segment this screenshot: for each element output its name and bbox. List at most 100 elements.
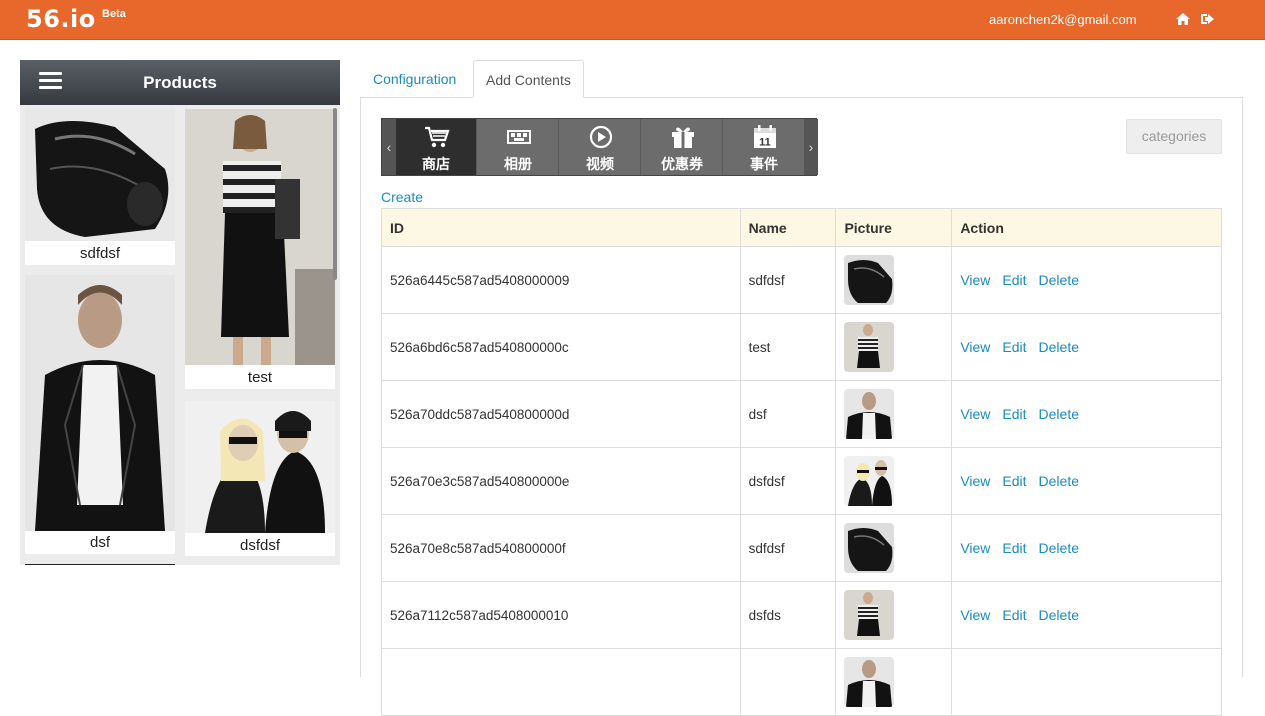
thumbnail-image[interactable] [844,523,895,573]
gift-icon [672,127,694,148]
logout-icon[interactable] [1201,13,1215,25]
toolbar-next-arrow[interactable]: › [804,119,818,175]
cell-name: dsf [739,380,837,448]
product-card[interactable]: dsfdsf [185,401,335,556]
product-caption: dsf [89,534,110,551]
edit-link[interactable]: Edit [1002,406,1026,422]
toolbar-prev-arrow[interactable]: ‹ [382,119,396,175]
album-icon [507,130,531,144]
cell-id: 526a70e3c587ad540800000e [381,447,741,515]
delete-link[interactable]: Delete [1039,607,1079,623]
thumbnail-image[interactable] [844,590,895,640]
view-link[interactable]: View [960,540,990,556]
cell-name: sdfdsf [739,246,837,314]
categories-button[interactable]: categories [1126,119,1222,154]
column-header-action: Action [951,208,1222,247]
tab-add-contents[interactable]: Add Contents [473,60,584,98]
cell-actions [951,648,1222,716]
cell-picture [835,514,953,582]
toolbar-item-label: 视频 [586,157,614,173]
table-row: 526a6445c587ad5408000009 sdfdsf View Edit De… [381,246,1222,314]
cell-name: test [739,313,837,381]
table-row [381,648,1222,716]
cell-picture [835,313,953,381]
cell-actions: View Edit Delete [951,246,1222,314]
delete-link[interactable]: Delete [1039,272,1079,288]
toolbar-item-label: 事件 [750,157,778,173]
calendar-icon: 11 [754,125,776,149]
product-caption: sdfdsf [79,245,121,262]
top-bar: 56.io Beta aaronchen2k@gmail.com [0,0,1265,40]
product-caption: test [247,369,273,386]
cell-actions: View Edit Delete [951,447,1222,515]
toolbar-item-video[interactable]: 视频 [560,119,641,175]
cell-actions: View Edit Delete [951,514,1222,582]
svg-text:11: 11 [759,137,771,149]
view-link[interactable]: View [960,406,990,422]
table-row: 526a7112c587ad5408000010 dsfds View Edit Del… [381,581,1222,649]
panel-scrollbar[interactable] [333,108,337,280]
contents-table: ID Name Picture Action 526a6445c587ad540… [381,208,1222,716]
play-icon [589,125,613,149]
table-row: 526a6bd6c587ad540800000c test View Edit Dele… [381,313,1222,381]
product-card[interactable]: sdfdsf [25,109,175,265]
cell-name: dsfdsf [739,447,837,515]
toolbar-item-coupon[interactable]: 优惠券 [642,119,723,175]
logo[interactable]: 56.io [26,5,96,33]
table-row: 526a70e3c587ad540800000e dsfdsf View Edit De… [381,447,1222,515]
edit-link[interactable]: Edit [1002,339,1026,355]
cell-id: 526a70ddc587ad540800000d [381,380,741,448]
edit-link[interactable]: Edit [1002,540,1026,556]
thumbnail-image[interactable] [844,456,895,506]
cell-actions: View Edit Delete [951,313,1222,381]
thumbnail-image[interactable] [844,389,895,439]
view-link[interactable]: View [960,272,990,288]
edit-link[interactable]: Edit [1002,473,1026,489]
delete-link[interactable]: Delete [1039,540,1079,556]
tab-configuration[interactable]: Configuration [361,60,468,98]
toolbar-item-album[interactable]: 相册 [478,119,559,175]
delete-link[interactable]: Delete [1039,473,1079,489]
thumbnail-image[interactable] [844,255,895,305]
cell-name: sdfdsf [739,514,837,582]
product-card[interactable]: dsf [25,275,175,554]
view-link[interactable]: View [960,607,990,623]
thumbnail-image[interactable] [844,657,895,707]
thumbnail-image[interactable] [844,322,895,372]
cell-id: 526a7112c587ad5408000010 [381,581,741,649]
cell-picture [835,447,953,515]
products-panel: Products sdfdsf test dsf dsfdsf [20,60,340,565]
cell-actions: View Edit Delete [951,581,1222,649]
home-icon[interactable] [1176,13,1190,25]
cell-name: dsfds [739,581,837,649]
cell-id: 526a6445c587ad5408000009 [381,246,741,314]
delete-link[interactable]: Delete [1039,339,1079,355]
view-link[interactable]: View [960,339,990,355]
create-link[interactable]: Create [381,189,423,205]
toolbar-item-shop[interactable]: 商店 [396,119,477,175]
table-row: 526a70ddc587ad540800000d dsf View Edit Delet… [381,380,1222,448]
product-card[interactable]: test [185,109,335,389]
cell-id: 526a70e8c587ad540800000f [381,514,741,582]
products-title: Products [143,73,217,92]
toolbar-item-label: 商店 [422,157,450,173]
cart-icon [425,126,450,148]
product-image [185,109,335,365]
cell-picture [835,648,953,716]
cell-actions: View Edit Delete [951,380,1222,448]
product-image [25,275,175,531]
products-panel-header: Products [20,60,340,105]
view-link[interactable]: View [960,473,990,489]
cell-picture [835,380,953,448]
delete-link[interactable]: Delete [1039,406,1079,422]
column-header-name: Name [739,208,837,247]
edit-link[interactable]: Edit [1002,607,1026,623]
cell-name [739,648,837,716]
table-row: 526a70e8c587ad540800000f sdfdsf View Edit De… [381,514,1222,582]
edit-link[interactable]: Edit [1002,272,1026,288]
product-image [25,109,175,241]
product-image [185,401,335,533]
toolbar-item-label: 优惠券 [661,157,703,173]
toolbar-item-event[interactable]: 11 事件 [724,119,805,175]
user-email[interactable]: aaronchen2k@gmail.com [989,12,1137,27]
